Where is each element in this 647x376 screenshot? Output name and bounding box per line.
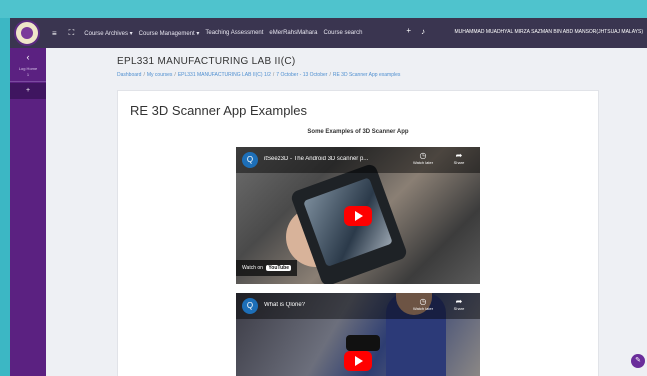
top-menu: Course Archives ▾ Course Management ▾ Te…	[84, 30, 362, 37]
share-icon: ➦	[455, 297, 463, 306]
content-card: RE 3D Scanner App Examples Some Examples…	[117, 90, 599, 376]
breadcrumb-separator: /	[272, 72, 275, 78]
video-title[interactable]: itSeez3D - The Android 3D scanner p...	[264, 156, 394, 162]
course-sidebar: ‹ Log Home 1 +	[10, 48, 46, 376]
clock-icon: ◷	[419, 151, 427, 160]
monitor-bezel	[0, 0, 647, 18]
sidebar-divider	[10, 81, 46, 82]
breadcrumb-dashboard[interactable]: Dashboard	[117, 72, 141, 78]
menu-course-search[interactable]: Course search	[323, 30, 362, 37]
course-title: EPL331 MANUFACTURING LAB II(C)	[117, 56, 296, 67]
share-icon: ➦	[455, 151, 463, 160]
menu-course-management[interactable]: Course Management ▾	[139, 30, 200, 37]
share-button[interactable]: ➦ Share	[444, 297, 474, 311]
notification-bell-icon[interactable]: ♪	[421, 27, 425, 36]
menu-teaching-assessment[interactable]: Teaching Assessment	[205, 30, 263, 37]
breadcrumb-my-courses[interactable]: My courses	[147, 72, 173, 78]
top-navbar: ≡ ⛶ Course Archives ▾ Course Management …	[10, 18, 647, 48]
share-label: Share	[453, 160, 465, 165]
sidebar-back-icon[interactable]: ‹	[10, 52, 46, 62]
watch-later-button[interactable]: ◷ Watch later	[408, 151, 438, 165]
watch-later-label: Watch later	[412, 160, 434, 165]
menu-icon[interactable]: ≡	[52, 29, 57, 38]
chat-fab-icon[interactable]: ✎	[631, 354, 645, 368]
share-label: Share	[453, 306, 465, 311]
breadcrumb-current[interactable]: RE 3D Scanner App examples	[333, 72, 401, 78]
menu-course-archives[interactable]: Course Archives ▾	[84, 30, 132, 37]
youtube-video-1[interactable]: Q itSeez3D - The Android 3D scanner p...…	[236, 147, 480, 284]
content-subtitle: Some Examples of 3D Scanner App	[307, 129, 409, 135]
sidebar-sub-label: 1	[26, 72, 30, 77]
play-button-icon[interactable]	[344, 206, 372, 226]
add-icon[interactable]: +	[406, 26, 411, 35]
breadcrumb-course[interactable]: EPL331 MANUFACTURING LAB II(C) 1/2	[178, 72, 271, 78]
sidebar-home-label[interactable]: Log Home	[10, 66, 46, 71]
page-heading: RE 3D Scanner App Examples	[130, 103, 308, 118]
channel-avatar-icon[interactable]: Q	[242, 152, 258, 168]
university-logo-icon[interactable]	[14, 20, 40, 46]
video-title[interactable]: What is Qlone?	[264, 302, 394, 308]
breadcrumb-separator: /	[143, 72, 145, 78]
user-menu[interactable]: MUHAMMAD MUADHYAL MIRZA SAZMAN BIN ABD M…	[454, 29, 643, 35]
video-thumbnail-object	[346, 335, 380, 351]
breadcrumb-section[interactable]: 7 October - 13 October	[276, 72, 327, 78]
youtube-logo-icon: YouTube	[266, 265, 291, 271]
menu-emahara[interactable]: eMerRahsMahara	[269, 30, 317, 37]
watch-later-label: Watch later	[412, 306, 434, 311]
watch-on-label: Watch on	[242, 265, 263, 271]
watch-later-button[interactable]: ◷ Watch later	[408, 297, 438, 311]
watch-on-youtube-button[interactable]: Watch on YouTube	[236, 260, 297, 276]
breadcrumb-separator: /	[174, 72, 176, 78]
fullscreen-icon[interactable]: ⛶	[69, 28, 75, 38]
sidebar-add-item[interactable]: +	[10, 83, 46, 99]
browser-screen: ≡ ⛶ Course Archives ▾ Course Management …	[10, 18, 647, 376]
breadcrumb: Dashboard / My courses / EPL331 MANUFACTURIN…	[117, 72, 400, 78]
clock-icon: ◷	[419, 297, 427, 306]
youtube-video-2[interactable]: Q What is Qlone? ◷ Watch later ➦ Share	[236, 293, 480, 376]
breadcrumb-separator: /	[329, 72, 331, 78]
channel-avatar-icon[interactable]: Q	[242, 298, 258, 314]
play-button-icon[interactable]	[344, 351, 372, 371]
share-button[interactable]: ➦ Share	[444, 151, 474, 165]
